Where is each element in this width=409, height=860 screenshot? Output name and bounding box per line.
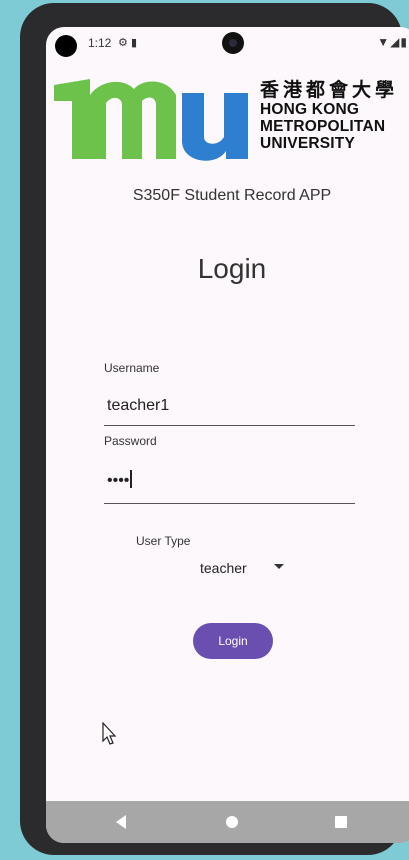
settings-icon: ⚙ xyxy=(118,37,128,49)
mouse-cursor-icon xyxy=(102,722,117,745)
logo-chinese-name: 香港都會大學 xyxy=(260,79,399,101)
login-title: Login xyxy=(197,253,267,284)
password-value: •••• xyxy=(107,472,130,489)
home-icon[interactable] xyxy=(226,816,238,828)
status-notification-icons: ⚙ ▮ xyxy=(118,36,137,49)
logo-english-line-2: METROPOLITAN xyxy=(260,118,386,135)
back-icon[interactable] xyxy=(116,815,126,829)
signal-icon: ◢ xyxy=(390,35,401,49)
university-logo: 香港都會大學 HONG KONG METROPOLITAN UNIVERSITY xyxy=(52,75,409,165)
username-label: Username xyxy=(104,361,160,375)
recents-icon[interactable] xyxy=(335,816,347,828)
status-bar: 1:12 ⚙ ▮ ▼◢▮ xyxy=(46,27,409,61)
username-input[interactable]: teacher1 xyxy=(107,397,169,415)
battery-icon: ▮ xyxy=(400,35,408,49)
username-underline xyxy=(104,425,355,426)
dropdown-arrow-icon xyxy=(274,564,284,569)
navigation-bar xyxy=(46,801,409,843)
phone-frame: 1:12 ⚙ ▮ ▼◢▮ 香港都會大學 HONG KONG METROPOLIT… xyxy=(20,3,409,855)
app-subtitle: S350F Student Record APP xyxy=(132,187,332,204)
camera-cutout xyxy=(222,32,244,54)
login-button[interactable]: Login xyxy=(193,623,273,659)
sim-card-icon: ▮ xyxy=(130,37,137,49)
user-type-selected: teacher xyxy=(200,560,247,576)
password-input[interactable]: •••• xyxy=(107,470,132,490)
user-type-label: User Type xyxy=(136,534,191,548)
password-label: Password xyxy=(104,434,157,448)
wifi-icon: ▼ xyxy=(377,35,391,49)
app-screen: 1:12 ⚙ ▮ ▼◢▮ 香港都會大學 HONG KONG METROPOLIT… xyxy=(46,27,409,843)
logo-text: 香港都會大學 HONG KONG METROPOLITAN UNIVERSITY xyxy=(260,79,409,152)
status-time: 1:12 xyxy=(88,36,112,50)
logo-english-line-1: HONG KONG xyxy=(260,101,360,118)
text-caret xyxy=(130,470,132,488)
password-underline xyxy=(104,503,355,504)
logo-english-line-3: UNIVERSITY xyxy=(260,135,356,152)
front-sensor xyxy=(55,35,77,57)
status-system-icons: ▼◢▮ xyxy=(377,35,408,49)
mu-logo-icon xyxy=(54,79,248,161)
